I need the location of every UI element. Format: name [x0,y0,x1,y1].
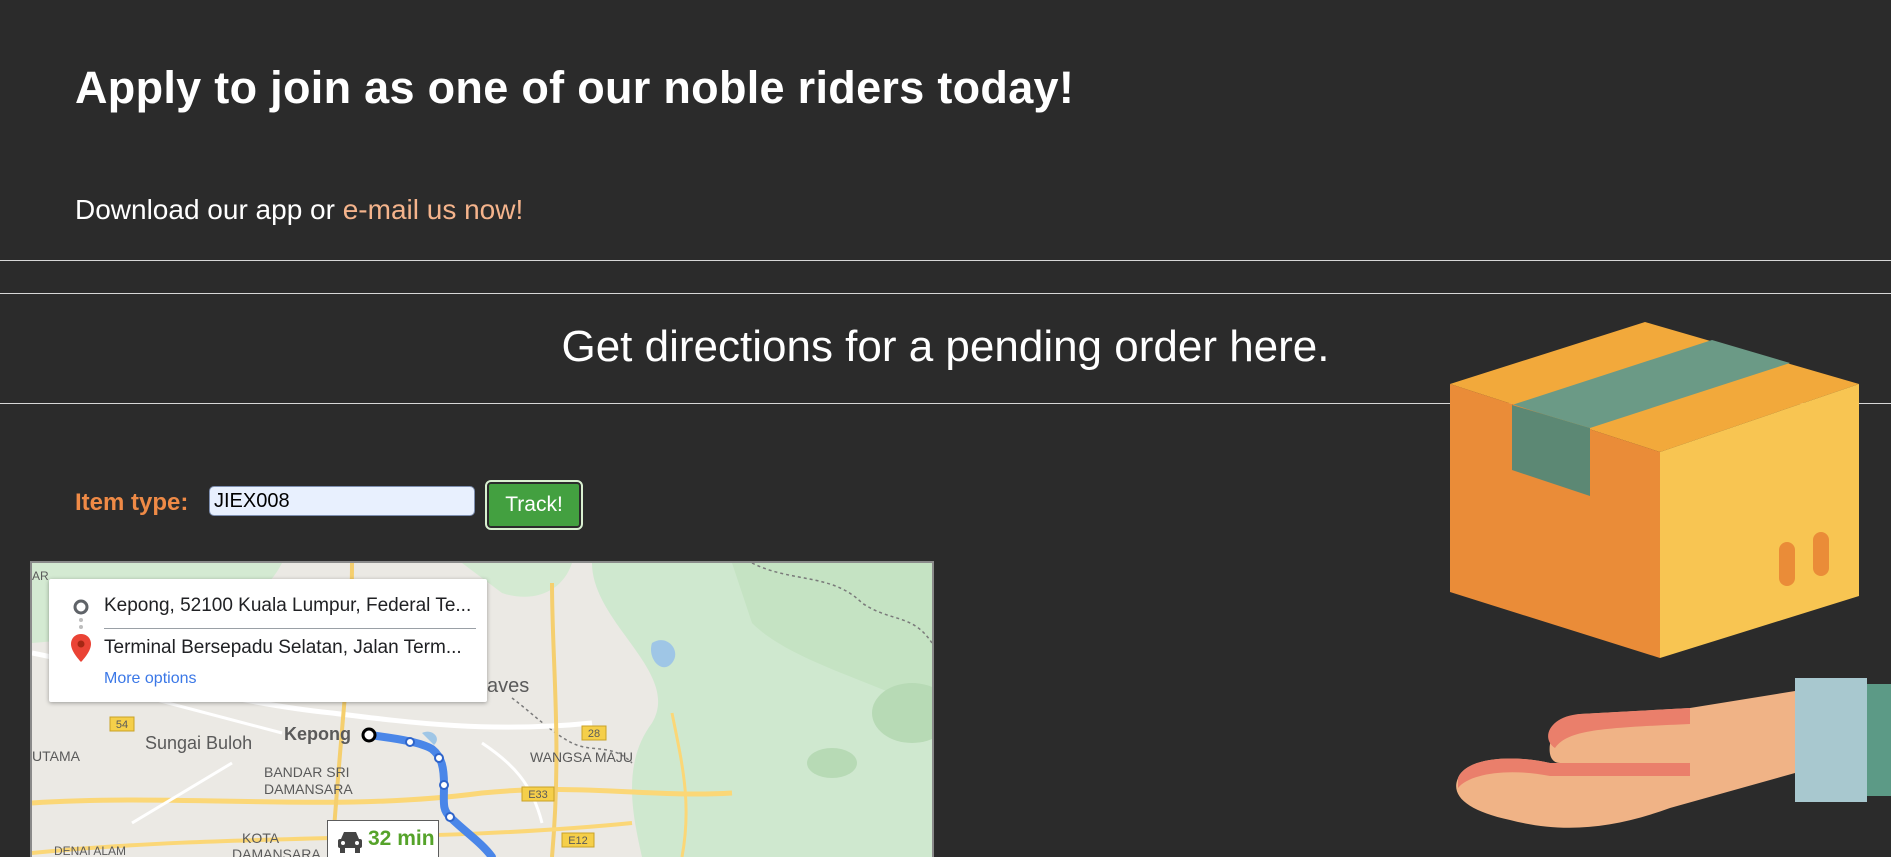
map-label-28: 28 [588,728,600,740]
package-on-hand-icon [1450,322,1891,828]
location-pin-icon [71,634,91,662]
track-button[interactable]: Track! [485,480,583,530]
travel-duration: 32 min [368,827,435,850]
map-label-utama: UTAMA [32,748,81,764]
origin-address[interactable]: Kepong, 52100 Kuala Lumpur, Federal Te..… [104,595,476,617]
car-icon [338,832,362,853]
item-type-label: Item type: [75,489,189,516]
map-label-aves: aves [487,675,529,697]
map-label-e12: E12 [568,835,588,847]
directions-divider [104,628,476,629]
download-text: Download our app or e-mail us now! [75,194,523,226]
recruit-headline: Apply to join as one of our noble riders… [75,62,1075,113]
more-options-link[interactable]: More options [104,670,197,688]
travel-time-bubble[interactable]: 32 min [327,820,439,857]
route-dots-icon [79,618,83,629]
divider-top [0,260,1891,261]
destination-address[interactable]: Terminal Bersepadu Selatan, Jalan Term..… [104,637,476,659]
origin-circle-icon [73,599,89,615]
map-label-ar: AR [32,569,49,583]
map-label-e33: E33 [528,789,548,801]
map-label-bandar-sri: BANDAR SRI [264,764,350,780]
item-type-input[interactable] [209,486,475,516]
map-label-damansara-2: DAMANSARA [232,846,321,857]
email-us-link[interactable]: e-mail us now! [343,194,524,225]
map-label-wangsa-maju: WANGSA MAJU [530,749,633,765]
download-prefix: Download our app or [75,194,343,225]
map-label-sungai-buloh: Sungai Buloh [145,733,252,753]
map-label-denai-alam: DENAI ALAM [54,844,126,857]
directions-card: Kepong, 52100 Kuala Lumpur, Federal Te..… [49,579,487,702]
divider-middle [0,293,1891,294]
map-label-kepong: Kepong [284,724,351,744]
map-label-damansara: DAMANSARA [264,781,353,797]
directions-map[interactable]: 54 28 E33 E12 Kepong Sungai Buloh BANDAR… [30,561,934,857]
map-label-kota: KOTA [242,830,280,846]
map-label-54: 54 [116,719,128,731]
route-origin-marker [361,727,377,743]
